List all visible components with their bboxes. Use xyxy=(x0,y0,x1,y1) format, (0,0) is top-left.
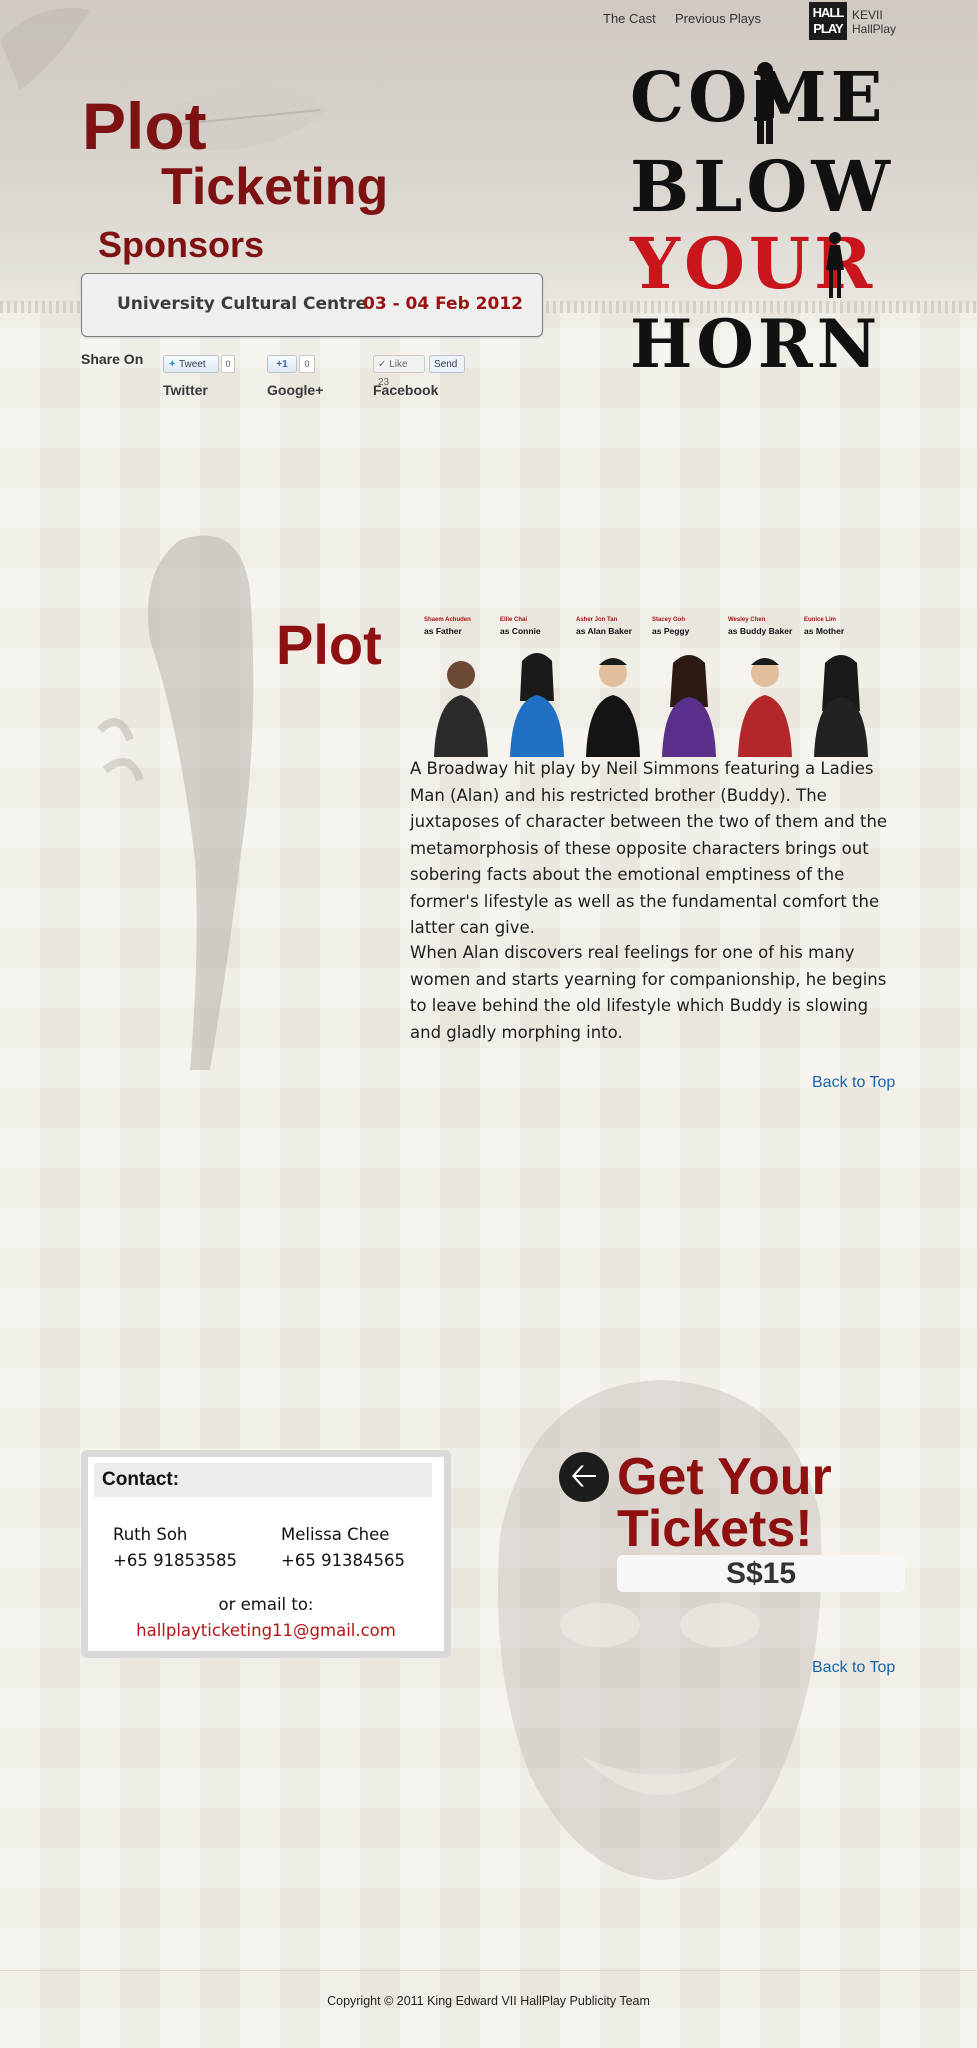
like-label: Like xyxy=(389,359,408,370)
cast-member: Asher Jon Tan as Alan Baker xyxy=(576,617,652,757)
nav-plot[interactable]: Plot xyxy=(82,88,207,164)
cast-role: as Buddy Baker xyxy=(728,626,793,636)
org-name: KEVII HallPlay xyxy=(852,8,896,36)
plot-paragraph-1: A Broadway hit play by Neil Simmons feat… xyxy=(410,759,888,937)
venue-name: University Cultural Centre xyxy=(117,294,368,314)
cast-actor-name: Eunice Lim xyxy=(804,617,837,623)
back-to-top-link[interactable]: Back to Top xyxy=(812,1074,895,1092)
share-label: Share On xyxy=(81,351,144,367)
tweet-button[interactable]: ✦ Tweet xyxy=(163,355,219,373)
nav-sponsors[interactable]: Sponsors xyxy=(98,224,264,266)
cast-actor-name: Wesley Chen xyxy=(728,617,766,623)
ticket-price: S$15 xyxy=(617,1555,905,1592)
silhouette-woman-icon xyxy=(826,232,844,298)
tickets-title-line-2: Tickets! xyxy=(617,1500,813,1558)
nav-previous-plays[interactable]: Previous Plays xyxy=(675,11,761,26)
nav-the-cast[interactable]: The Cast xyxy=(603,11,656,26)
poster-line-blow: BLOW xyxy=(630,145,894,228)
tickets-title-line-1: Get Your xyxy=(617,1448,832,1506)
contact-name-1: Ruth Soh xyxy=(113,1525,188,1544)
cast-member: Shaem Achuden as Father xyxy=(424,617,500,757)
cast-photo xyxy=(814,655,868,757)
trumpet-decoration-icon xyxy=(97,535,254,1070)
silhouette-man-icon xyxy=(756,62,774,144)
contact-phone-2: +65 91384565 xyxy=(281,1551,406,1570)
cast-member: Eunice Lim as Mother xyxy=(804,617,880,757)
share-caption-googleplus: Google+ xyxy=(267,382,324,398)
poster-line-horn: HORN xyxy=(630,305,882,383)
plot-heading: Plot xyxy=(276,613,382,676)
show-date: 03 - 04 Feb 2012 xyxy=(363,294,523,314)
like-check-icon: ✓ xyxy=(378,359,387,370)
contact-phone-1: +65 91853585 xyxy=(113,1551,238,1570)
venue-box: University Cultural Centre 03 - 04 Feb 2… xyxy=(81,273,543,337)
cast-actor-name: Ellie Chai xyxy=(500,617,528,623)
cast-photo xyxy=(662,655,716,757)
cast-role: as Connie xyxy=(500,626,541,636)
plusone-button[interactable]: +1 xyxy=(267,355,297,373)
cast-member: Ellie Chai as Connie xyxy=(500,617,576,757)
cast-photo xyxy=(434,661,488,757)
footer-divider xyxy=(0,1970,977,1971)
cast-role: as Alan Baker xyxy=(576,626,632,636)
email-link[interactable]: hallplayticketing11@gmail.com xyxy=(88,1621,444,1640)
footer-copyright: Copyright © 2011 King Edward VII HallPla… xyxy=(327,1994,650,2008)
contact-name-2: Melissa Chee xyxy=(281,1525,390,1544)
cast-photo xyxy=(510,653,564,757)
cast-actor-name: Stacey Goh xyxy=(652,617,686,623)
plusone-count: 0 xyxy=(299,355,315,373)
cast-strip: Shaem Achuden as Father Ellie Chai as Co… xyxy=(424,617,880,757)
cast-actor-name: Shaem Achuden xyxy=(424,617,471,623)
org-line-1: KEVII xyxy=(852,8,883,22)
contact-card: Contact: Ruth Soh +65 91853585 Melissa C… xyxy=(81,1450,451,1658)
hallplay-logo[interactable]: HALL PLAY xyxy=(809,2,847,40)
tweet-count: 0 xyxy=(221,355,235,373)
cast-member: Stacey Goh as Peggy xyxy=(652,617,728,757)
cast-role: as Father xyxy=(424,626,462,636)
facebook-like-button[interactable]: ✓ Like 23 xyxy=(373,355,425,388)
email-label: or email to: xyxy=(218,1595,314,1614)
cast-actor-name: Asher Jon Tan xyxy=(576,617,618,623)
cast-photo xyxy=(738,658,792,757)
cast-role: as Peggy xyxy=(652,626,690,636)
cast-role: as Mother xyxy=(804,626,845,636)
plot-paragraph-2: When Alan discovers real feelings for on… xyxy=(410,943,887,1042)
cast-photo xyxy=(586,658,640,757)
share-caption-facebook: Facebook xyxy=(373,382,439,398)
nav-ticketing[interactable]: Ticketing xyxy=(161,157,388,217)
twitter-bird-icon: ✦ xyxy=(168,359,177,370)
cast-member: Wesley Chen as Buddy Baker xyxy=(728,617,804,757)
org-line-2: HallPlay xyxy=(852,22,897,36)
arrow-left-icon[interactable]: 🡠 xyxy=(559,1452,609,1502)
share-caption-twitter: Twitter xyxy=(163,382,208,398)
contact-title: Contact: xyxy=(94,1463,432,1497)
tweet-label: Tweet xyxy=(179,359,206,370)
back-to-top-link-2[interactable]: Back to Top xyxy=(812,1659,895,1677)
facebook-send-button[interactable]: Send xyxy=(429,355,465,373)
